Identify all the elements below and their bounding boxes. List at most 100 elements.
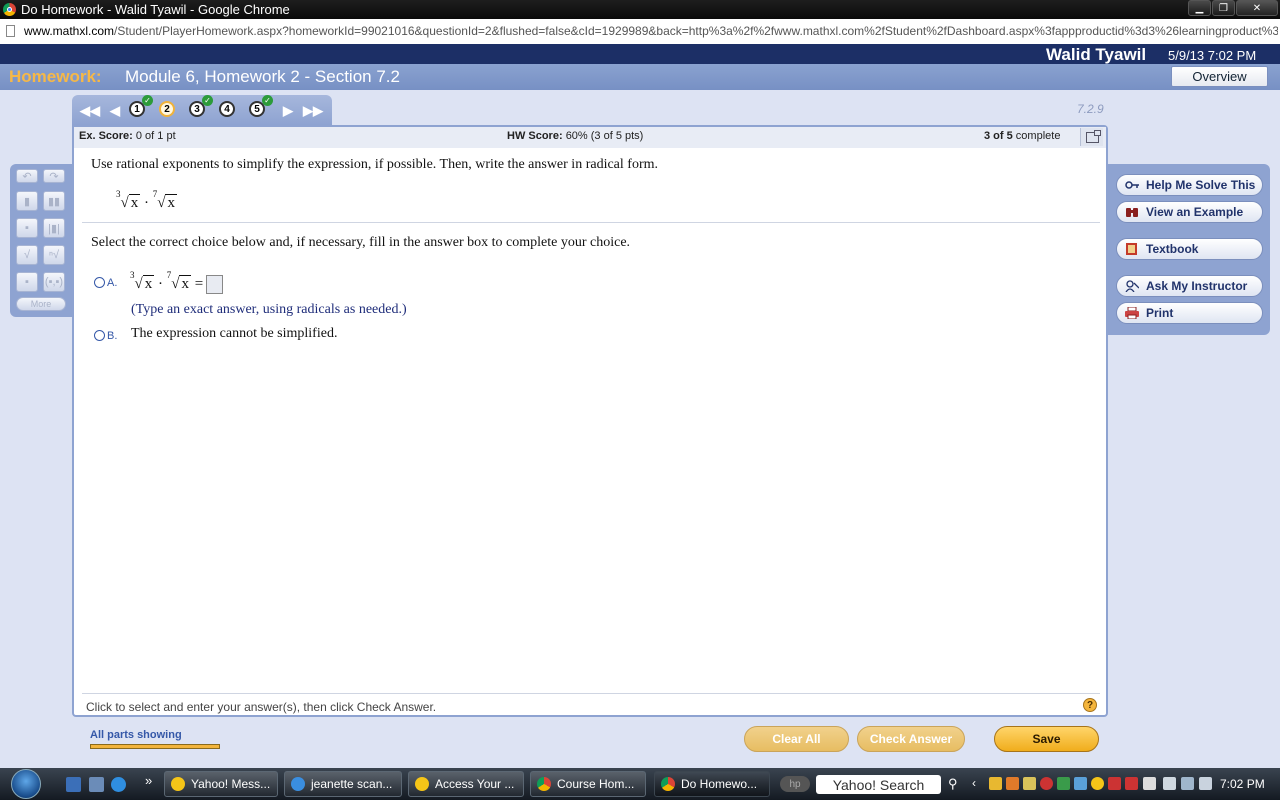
taskbar-item-do-homework[interactable]: Do Homewo...: [654, 771, 770, 797]
volume-icon[interactable]: [1199, 777, 1212, 790]
url-text[interactable]: www.mathxl.com/Student/PlayerHomework.as…: [24, 24, 1278, 38]
tray-icon-9[interactable]: [1125, 777, 1138, 790]
taskbar-item-access[interactable]: Access Your ...: [408, 771, 524, 797]
search-icon[interactable]: ⚲: [948, 776, 958, 792]
absolute-value-icon[interactable]: |▮|: [43, 218, 65, 238]
overview-button[interactable]: Overview: [1171, 66, 1268, 87]
fraction-icon[interactable]: ▮: [16, 191, 38, 211]
messenger-icon: [415, 777, 429, 791]
parts-progress-bar: [90, 744, 220, 749]
clear-all-button[interactable]: Clear All: [744, 726, 849, 752]
hp-logo-icon: hp: [780, 776, 810, 792]
option-a-expression: 3√ x · 7√ x =: [130, 270, 224, 295]
radical-icon: √: [134, 276, 143, 292]
instruction-text: Select the correct choice below and, if …: [91, 235, 631, 250]
instructor-icon: [1125, 280, 1139, 292]
next-question-icon[interactable]: ▶: [283, 103, 293, 119]
check-answer-button[interactable]: Check Answer: [857, 726, 965, 752]
textbook-button[interactable]: Textbook: [1116, 238, 1263, 260]
ordered-pair-icon[interactable]: (▪,▪): [43, 272, 65, 292]
tray-icon-5[interactable]: [1057, 777, 1070, 790]
save-button[interactable]: Save: [994, 726, 1099, 752]
redo-icon[interactable]: ↷: [43, 169, 65, 183]
exponent-icon[interactable]: ▪: [16, 218, 38, 238]
expression: 3√ x · 7√ x: [116, 189, 177, 211]
taskbar-item-course-home[interactable]: Course Hom...: [530, 771, 646, 797]
printer-icon: [1125, 307, 1139, 319]
option-a-label: A.: [107, 277, 118, 289]
first-question-icon[interactable]: ◀◀: [80, 103, 100, 119]
parts-showing[interactable]: All parts showing: [90, 729, 220, 749]
tray-icon-7[interactable]: [1091, 777, 1104, 790]
tray-icon-6[interactable]: [1074, 777, 1087, 790]
footer-divider: [82, 693, 1100, 694]
close-button[interactable]: ✕: [1236, 0, 1278, 16]
undo-icon[interactable]: ↶: [16, 169, 38, 183]
help-icon[interactable]: ?: [1083, 698, 1097, 712]
taskbar: » Yahoo! Mess... jeanette scan... Access…: [0, 768, 1280, 800]
tray-icon-1[interactable]: [989, 777, 1002, 790]
mixed-number-icon[interactable]: ▮▮: [43, 191, 65, 211]
homework-bar: Homework: Module 6, Homework 2 - Section…: [0, 64, 1280, 90]
square-root-icon[interactable]: √: [16, 245, 38, 265]
subscript-icon[interactable]: ▪: [16, 272, 38, 292]
nth-root-icon[interactable]: ⁿ√: [43, 245, 65, 265]
display-icon[interactable]: [1181, 777, 1194, 790]
last-question-icon[interactable]: ▶▶: [303, 103, 323, 119]
help-me-solve-button[interactable]: Help Me Solve This: [1116, 174, 1263, 196]
divider: [82, 222, 1100, 223]
answer-input[interactable]: [206, 275, 224, 295]
tray-icon-4[interactable]: [1040, 777, 1053, 790]
option-b-text[interactable]: The expression cannot be simplified.: [131, 326, 337, 342]
ask-instructor-button[interactable]: Ask My Instructor: [1116, 275, 1263, 297]
tray-icon-3[interactable]: [1023, 777, 1036, 790]
taskbar-item-jeanette[interactable]: jeanette scan...: [284, 771, 402, 797]
start-button[interactable]: [11, 769, 41, 799]
score-bar: Ex. Score: 0 of 1 pt HW Score: 60% (3 of…: [74, 127, 1106, 148]
chrome-icon: [661, 777, 675, 791]
address-bar[interactable]: www.mathxl.com/Student/PlayerHomework.as…: [0, 19, 1280, 45]
messenger-icon: [171, 777, 185, 791]
switch-windows-icon[interactable]: [89, 777, 104, 792]
window-title: Do Homework - Walid Tyawil - Google Chro…: [21, 2, 290, 17]
quicklaunch-chevron[interactable]: »: [145, 773, 152, 788]
browser-icon: [291, 777, 305, 791]
option-a-radio[interactable]: [94, 277, 105, 288]
taskbar-clock[interactable]: 7:02 PM: [1220, 777, 1265, 791]
question-panel: Ex. Score: 0 of 1 pt HW Score: 60% (3 of…: [72, 125, 1108, 717]
network-icon[interactable]: [1163, 777, 1176, 790]
check-icon: ✓: [202, 95, 213, 106]
chrome-icon: [537, 777, 551, 791]
internet-explorer-icon[interactable]: [111, 777, 126, 792]
tray-expand-icon[interactable]: ‹: [972, 776, 976, 790]
popout-icon: [1085, 129, 1101, 143]
option-a-hint: (Type an exact answer, using radicals as…: [131, 302, 407, 317]
option-b-label: B.: [107, 330, 118, 342]
help-panel: Help Me Solve This View an Example Textb…: [1108, 164, 1270, 335]
question-2[interactable]: 2: [159, 101, 175, 117]
show-desktop-icon[interactable]: [66, 777, 81, 792]
view-example-button[interactable]: View an Example: [1116, 201, 1263, 223]
tray-icon-8[interactable]: [1108, 777, 1121, 790]
more-button[interactable]: More: [16, 297, 66, 311]
tray-icon-2[interactable]: [1006, 777, 1019, 790]
exercise-score: Ex. Score: 0 of 1 pt: [79, 130, 176, 142]
yahoo-search-box[interactable]: Yahoo! Search: [816, 775, 941, 794]
tray-icon-10[interactable]: [1143, 777, 1156, 790]
check-icon: ✓: [262, 95, 273, 106]
book-icon: [1126, 243, 1137, 255]
taskbar-item-yahoo-messenger[interactable]: Yahoo! Mess...: [164, 771, 278, 797]
print-button[interactable]: Print: [1116, 302, 1263, 324]
prev-question-icon[interactable]: ◀: [110, 103, 120, 119]
header-datetime: 5/9/13 7:02 PM: [1168, 48, 1257, 63]
question-4[interactable]: 4: [219, 101, 235, 117]
chrome-icon: [3, 3, 16, 16]
binoculars-icon: [1126, 208, 1138, 217]
option-b-radio[interactable]: [94, 330, 105, 341]
homework-title: Module 6, Homework 2 - Section 7.2: [125, 67, 400, 86]
math-palette: ↶ ↷ ▮ ▮▮ ▪ |▮| √ ⁿ√ ▪ (▪,▪) More: [10, 164, 72, 317]
minimize-button[interactable]: ▁: [1188, 0, 1211, 16]
maximize-button[interactable]: ❐: [1212, 0, 1235, 16]
popout-button[interactable]: [1080, 128, 1103, 146]
user-name: Walid Tyawil: [1046, 45, 1147, 64]
